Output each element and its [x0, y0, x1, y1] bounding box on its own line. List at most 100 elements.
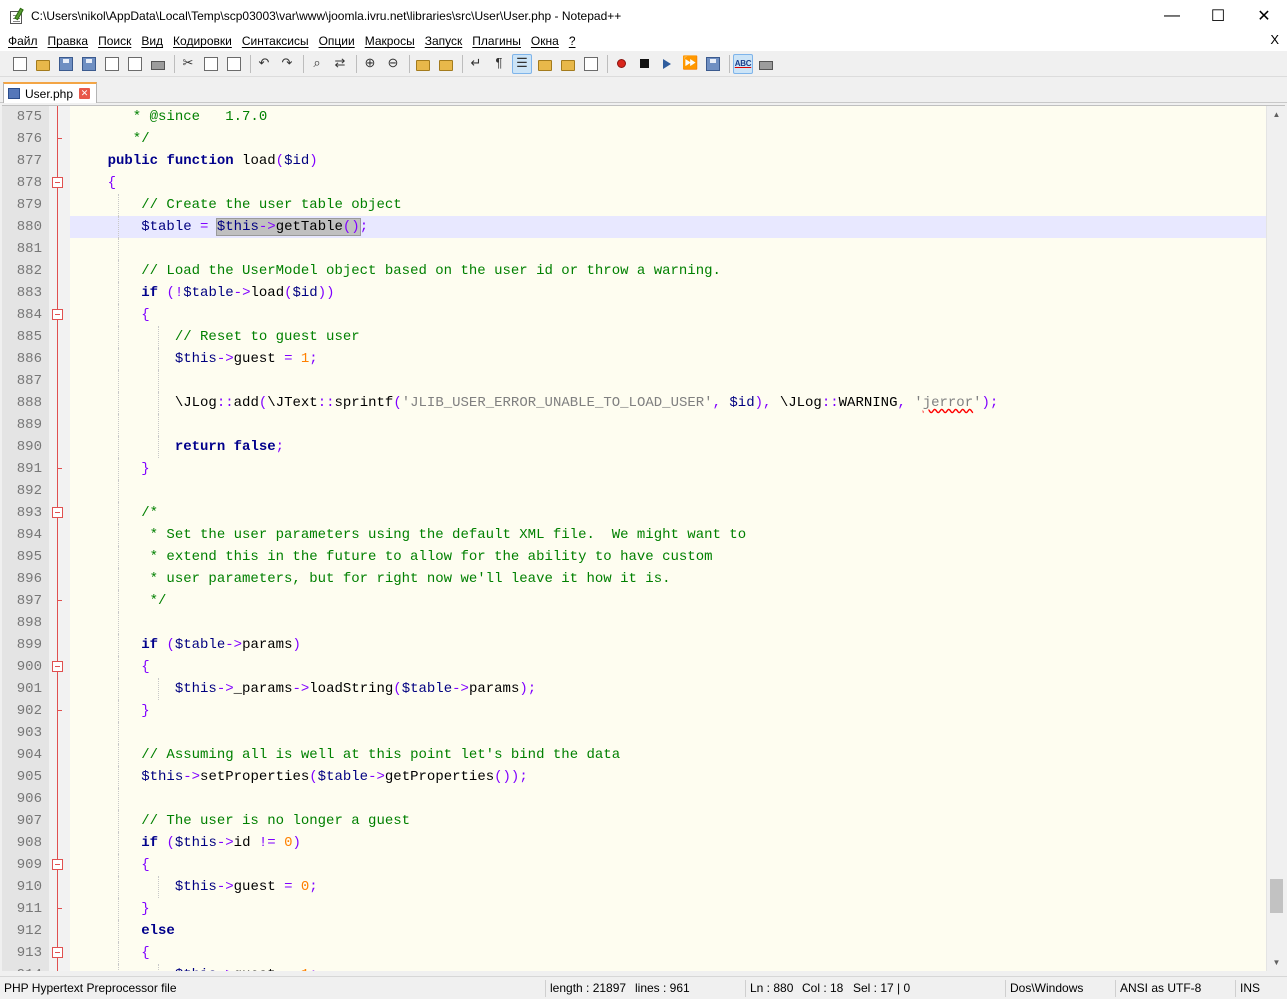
spell-check-button[interactable]: ABC	[733, 53, 753, 74]
code-line[interactable]: 911 }	[17, 898, 1285, 920]
code-line[interactable]: 896 * user parameters, but for right now…	[17, 568, 1285, 590]
code-line[interactable]: 900 {	[17, 656, 1285, 678]
menu-search[interactable]: Поиск	[93, 34, 136, 48]
code-line[interactable]: 882 // Load the UserModel object based o…	[17, 260, 1285, 282]
code-line[interactable]: 876 */	[17, 128, 1285, 150]
code-line[interactable]: 912 else	[17, 920, 1285, 942]
sync-vertical-button[interactable]	[413, 54, 433, 74]
new-file-button[interactable]	[10, 54, 30, 74]
code-line[interactable]: 885 // Reset to guest user	[17, 326, 1285, 348]
status-insert-mode[interactable]: INS	[1236, 977, 1260, 999]
menu-language[interactable]: Синтаксисы	[237, 34, 314, 48]
stop-macro-button[interactable]	[634, 54, 654, 74]
code-line[interactable]: 904 // Assuming all is well at this poin…	[17, 744, 1285, 766]
code-line[interactable]: 899 if ($table->params)	[17, 634, 1285, 656]
fold-toggle[interactable]	[52, 942, 63, 964]
code-line[interactable]: 884 {	[17, 304, 1285, 326]
status-eol[interactable]: Dos\Windows	[1006, 977, 1083, 999]
user-defined-language-button[interactable]	[535, 54, 555, 74]
code-line[interactable]: 888 \JLog::add(\JText::sprintf('JLIB_USE…	[17, 392, 1285, 414]
zoom-in-button[interactable]: ⊕	[360, 54, 380, 74]
fold-toggle[interactable]	[52, 854, 63, 876]
menu-window[interactable]: Окна	[526, 34, 564, 48]
tab-close-icon[interactable]: ✕	[79, 88, 91, 99]
zoom-out-button[interactable]: ⊖	[383, 54, 403, 74]
code-line[interactable]: 890 return false;	[17, 436, 1285, 458]
code-line[interactable]: 893 /*	[17, 502, 1285, 524]
spell-options-button[interactable]	[756, 54, 776, 74]
fold-toggle[interactable]	[52, 502, 63, 524]
code-line[interactable]: 910 $this->guest = 0;	[17, 876, 1285, 898]
code-line[interactable]: 879 // Create the user table object	[17, 194, 1285, 216]
code-line[interactable]: 898	[17, 612, 1285, 634]
code-line[interactable]: 897 */	[17, 590, 1285, 612]
menu-macro[interactable]: Макросы	[360, 34, 420, 48]
find-button[interactable]: ⌕	[307, 54, 327, 74]
code-line[interactable]: 877 public function load($id)	[17, 150, 1285, 172]
save-button[interactable]	[56, 54, 76, 74]
status-encoding[interactable]: ANSI as UTF-8	[1116, 977, 1201, 999]
save-all-button[interactable]	[79, 54, 99, 74]
code-line[interactable]: 903	[17, 722, 1285, 744]
paste-button[interactable]	[224, 54, 244, 74]
code-area[interactable]: 875 * @since 1.7.0 876 */ 877 public fun…	[17, 106, 1285, 971]
document-map-button[interactable]	[558, 54, 578, 74]
code-line[interactable]: 902 }	[17, 700, 1285, 722]
fold-toggle[interactable]	[52, 304, 63, 326]
scroll-up-icon[interactable]: ▲	[1267, 106, 1285, 123]
show-all-chars-button[interactable]: ¶	[489, 54, 509, 74]
minimize-button[interactable]: —	[1149, 0, 1195, 31]
menu-encoding[interactable]: Кодировки	[168, 34, 237, 48]
play-macro-button[interactable]	[657, 54, 677, 74]
menu-run[interactable]: Запуск	[420, 34, 468, 48]
code-line[interactable]: 878 {	[17, 172, 1285, 194]
code-line[interactable]: 905 $this->setProperties($table->getProp…	[17, 766, 1285, 788]
menu-file[interactable]: Файл	[3, 34, 43, 48]
run-macro-multiple-button[interactable]: ⏩	[680, 54, 700, 74]
fold-toggle[interactable]	[52, 656, 63, 678]
close-button[interactable]: ✕	[1241, 0, 1287, 31]
code-line[interactable]: 908 if ($this->id != 0)	[17, 832, 1285, 854]
tab-user-php[interactable]: User.php ✕	[3, 82, 98, 103]
indent-guide-button[interactable]: ☰	[512, 53, 532, 74]
scroll-down-icon[interactable]: ▼	[1267, 954, 1285, 971]
word-wrap-button[interactable]: ↵	[466, 54, 486, 74]
redo-button[interactable]: ↷	[277, 54, 297, 74]
open-file-button[interactable]	[33, 54, 53, 74]
code-line[interactable]: 887	[17, 370, 1285, 392]
code-line[interactable]: 906	[17, 788, 1285, 810]
scrollbar-thumb[interactable]	[1270, 879, 1283, 913]
menu-settings[interactable]: Опции	[314, 34, 360, 48]
current-code-line[interactable]: 880 $table = $this->getTable();	[17, 216, 1285, 238]
save-macro-button[interactable]	[703, 54, 723, 74]
close-file-button[interactable]	[102, 54, 122, 74]
code-line[interactable]: 892	[17, 480, 1285, 502]
menu-plugins[interactable]: Плагины	[467, 34, 526, 48]
code-line[interactable]: 907 // The user is no longer a guest	[17, 810, 1285, 832]
code-line[interactable]: 881	[17, 238, 1285, 260]
replace-button[interactable]: ⇄	[330, 54, 350, 74]
function-list-button[interactable]	[581, 54, 601, 74]
code-line[interactable]: 891 }	[17, 458, 1285, 480]
copy-button[interactable]	[201, 54, 221, 74]
fold-toggle[interactable]	[52, 172, 63, 194]
maximize-button[interactable]: ☐	[1195, 0, 1241, 31]
close-all-button[interactable]	[125, 54, 145, 74]
menu-view[interactable]: Вид	[136, 34, 168, 48]
code-line[interactable]: 875 * @since 1.7.0	[17, 106, 1285, 128]
code-line[interactable]: 913 {	[17, 942, 1285, 964]
code-line[interactable]: 914 $this->guest = 1;	[17, 964, 1285, 971]
code-line[interactable]: 909 {	[17, 854, 1285, 876]
record-macro-button[interactable]	[611, 54, 631, 74]
code-editor[interactable]: 875 * @since 1.7.0 876 */ 877 public fun…	[2, 105, 1285, 971]
menu-help[interactable]: ?	[564, 34, 581, 48]
close-document-button[interactable]: X	[1270, 32, 1279, 47]
code-line[interactable]: 894 * Set the user parameters using the …	[17, 524, 1285, 546]
code-line[interactable]: 895 * extend this in the future to allow…	[17, 546, 1285, 568]
cut-button[interactable]: ✂	[178, 54, 198, 74]
code-line[interactable]: 883 if (!$table->load($id))	[17, 282, 1285, 304]
code-line[interactable]: 901 $this->_params->loadString($table->p…	[17, 678, 1285, 700]
undo-button[interactable]: ↶	[254, 54, 274, 74]
code-line[interactable]: 886 $this->guest = 1;	[17, 348, 1285, 370]
vertical-scrollbar[interactable]: ▲ ▼	[1266, 106, 1285, 971]
